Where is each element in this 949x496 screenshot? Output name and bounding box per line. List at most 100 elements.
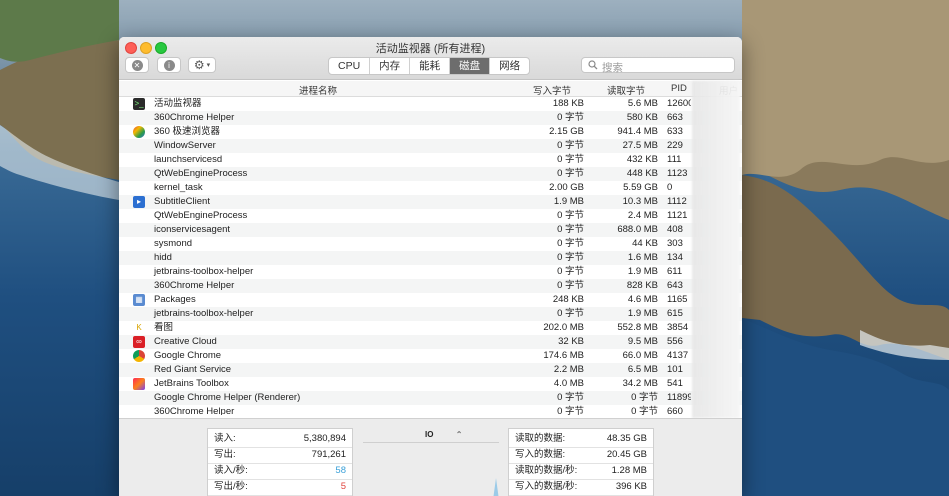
- bytes-written: 0 字节: [557, 392, 584, 403]
- process-name: 活动监视器: [154, 98, 202, 109]
- table-row[interactable]: sysmond 0 字节 44 KB 303: [119, 237, 742, 251]
- table-row[interactable]: jetbrains-toolbox-helper 0 字节 1.9 MB 615: [119, 307, 742, 321]
- bytes-written: 188 KB: [552, 98, 584, 109]
- redacted-user-column: [692, 81, 740, 418]
- window-title: 活动监视器 (所有进程): [375, 43, 486, 55]
- bytes-written: 0 字节: [557, 280, 584, 291]
- table-row[interactable]: K 看图 202.0 MB 552.8 MB 3854: [119, 321, 742, 335]
- graph-mode-label: IO: [425, 430, 434, 439]
- bytes-read: 941.4 MB: [617, 126, 658, 137]
- bytes-written: 0 字节: [557, 154, 584, 165]
- chevron-down-icon: ▾: [206, 62, 211, 69]
- pid: 615: [667, 308, 683, 319]
- summary-label: 读取的数据/秒:: [515, 465, 578, 476]
- stop-process-button[interactable]: ✕: [125, 57, 149, 73]
- bytes-written: 2.00 GB: [549, 182, 584, 193]
- table-row[interactable]: WindowServer 0 字节 27.5 MB 229: [119, 139, 742, 153]
- table-row[interactable]: QtWebEngineProcess 0 字节 2.4 MB 1121: [119, 209, 742, 223]
- bytes-written: 0 字节: [557, 308, 584, 319]
- bytes-read: 34.2 MB: [622, 378, 658, 389]
- bytes-read: 10.3 MB: [622, 196, 658, 207]
- table-row[interactable]: ▦ Packages 248 KB 4.6 MB 1165: [119, 293, 742, 307]
- io-graph-plot: [493, 478, 499, 496]
- summary-row: 读取的数据: 48.35 GB: [509, 431, 653, 448]
- column-bytes-read[interactable]: 读取字节: [607, 83, 645, 97]
- column-pid[interactable]: PID: [671, 83, 687, 94]
- table-row[interactable]: QtWebEngineProcess 0 字节 448 KB 1123: [119, 167, 742, 181]
- table-row[interactable]: 360Chrome Helper 0 字节 0 字节 660: [119, 405, 742, 415]
- summary-value: 1.28 MB: [611, 465, 647, 476]
- action-menu-button[interactable]: ⚙ ▾: [188, 57, 216, 73]
- title-bar: 活动监视器 (所有进程) ✕ i ⚙ ▾ CPU 内存 能耗 磁盘 网络 搜索: [119, 37, 742, 80]
- search-input[interactable]: 搜索: [581, 57, 735, 74]
- pid: 0: [667, 182, 673, 193]
- column-process-name[interactable]: 进程名称: [299, 83, 337, 97]
- column-bytes-written[interactable]: 写入字节: [533, 83, 571, 97]
- process-name: Red Giant Service: [154, 364, 232, 375]
- graph-mode-select[interactable]: IO ⌃: [425, 430, 462, 439]
- bytes-read: 5.6 MB: [627, 98, 658, 109]
- process-name: QtWebEngineProcess: [154, 210, 248, 221]
- table-row[interactable]: 360Chrome Helper 0 字节 580 KB 663: [119, 111, 742, 125]
- info-icon: i: [163, 59, 175, 71]
- pid: 1165: [667, 294, 688, 305]
- process-name: kernel_task: [154, 182, 203, 193]
- bytes-read: 27.5 MB: [622, 140, 658, 151]
- tab-memory[interactable]: 内存: [370, 58, 411, 74]
- table-header: 进程名称 写入字节 读取字节 PID 用户: [119, 81, 742, 97]
- pid: 303: [667, 238, 683, 249]
- table-row[interactable]: hidd 0 字节 1.6 MB 134: [119, 251, 742, 265]
- bytes-written: 0 字节: [557, 112, 584, 123]
- table-row[interactable]: Google Chrome Helper (Renderer) 0 字节 0 字节 1…: [119, 391, 742, 405]
- table-row[interactable]: 360 极速浏览器 2.15 GB 941.4 MB 633: [119, 125, 742, 139]
- stop-icon: ✕: [131, 59, 143, 71]
- process-name: Creative Cloud: [154, 336, 217, 347]
- bytes-written: 2.15 GB: [549, 126, 584, 137]
- bytes-read: 0 字节: [631, 392, 658, 403]
- process-name: iconservicesagent: [154, 224, 231, 235]
- summary-value: 5,380,894: [303, 433, 346, 444]
- summary-row: 写出/秒: 5: [208, 479, 352, 496]
- inspect-process-button[interactable]: i: [157, 57, 181, 73]
- process-name: sysmond: [154, 238, 193, 249]
- bytes-written: 32 KB: [558, 336, 584, 347]
- bytes-written: 0 字节: [557, 224, 584, 235]
- packages-icon: ▦: [133, 294, 145, 306]
- bytes-written: 0 字节: [557, 140, 584, 151]
- table-row[interactable]: kernel_task 2.00 GB 5.59 GB 0: [119, 181, 742, 195]
- table-row[interactable]: JetBrains Toolbox 4.0 MB 34.2 MB 541: [119, 377, 742, 391]
- summary-label: 写出/秒:: [214, 481, 248, 492]
- table-row[interactable]: jetbrains-toolbox-helper 0 字节 1.9 MB 611: [119, 265, 742, 279]
- table-row[interactable]: >_ 活动监视器 188 KB 5.6 MB 12600: [119, 97, 742, 111]
- summary-label: 读取的数据:: [515, 433, 566, 444]
- table-row[interactable]: 360Chrome Helper 0 字节 828 KB 643: [119, 279, 742, 293]
- pid: 663: [667, 112, 683, 123]
- tab-energy[interactable]: 能耗: [410, 58, 451, 74]
- process-name: jetbrains-toolbox-helper: [154, 266, 254, 277]
- table-row[interactable]: launchservicesd 0 字节 432 KB 111: [119, 153, 742, 167]
- gear-icon: ⚙: [193, 58, 205, 72]
- summary-value: 396 KB: [615, 481, 647, 492]
- bytes-read: 552.8 MB: [617, 322, 658, 333]
- summary-row: 读取的数据/秒: 1.28 MB: [509, 463, 653, 480]
- table-row[interactable]: ∞ Creative Cloud 32 KB 9.5 MB 556: [119, 335, 742, 349]
- tab-network[interactable]: 网络: [490, 58, 529, 74]
- data-totals-box: 读取的数据: 48.35 GB 写入的数据: 20.45 GB 读取的数据/秒: 1.28…: [508, 428, 654, 496]
- bytes-written: 0 字节: [557, 238, 584, 249]
- pid: 1121: [667, 210, 688, 221]
- table-row[interactable]: ▸ SubtitleClient 1.9 MB 10.3 MB 1112: [119, 195, 742, 209]
- process-name: Google Chrome Helper (Renderer): [154, 392, 301, 403]
- tab-cpu[interactable]: CPU: [329, 58, 371, 74]
- tab-disk[interactable]: 磁盘: [450, 58, 491, 74]
- table-row[interactable]: iconservicesagent 0 字节 688.0 MB 408: [119, 223, 742, 237]
- table-row[interactable]: Google Chrome 174.6 MB 66.0 MB 4137: [119, 349, 742, 363]
- pid: 11899: [667, 392, 691, 403]
- process-table: >_ 活动监视器 188 KB 5.6 MB 12600 360Chrome Helper…: [119, 97, 742, 415]
- bytes-read: 688.0 MB: [617, 224, 658, 235]
- bytes-written: 4.0 MB: [553, 378, 584, 389]
- summary-label: 读入/秒:: [214, 465, 248, 476]
- pid: 1112: [667, 196, 687, 207]
- table-row[interactable]: Red Giant Service 2.2 MB 6.5 MB 101: [119, 363, 742, 377]
- pid: 408: [667, 224, 683, 235]
- pid: 12600: [667, 98, 691, 109]
